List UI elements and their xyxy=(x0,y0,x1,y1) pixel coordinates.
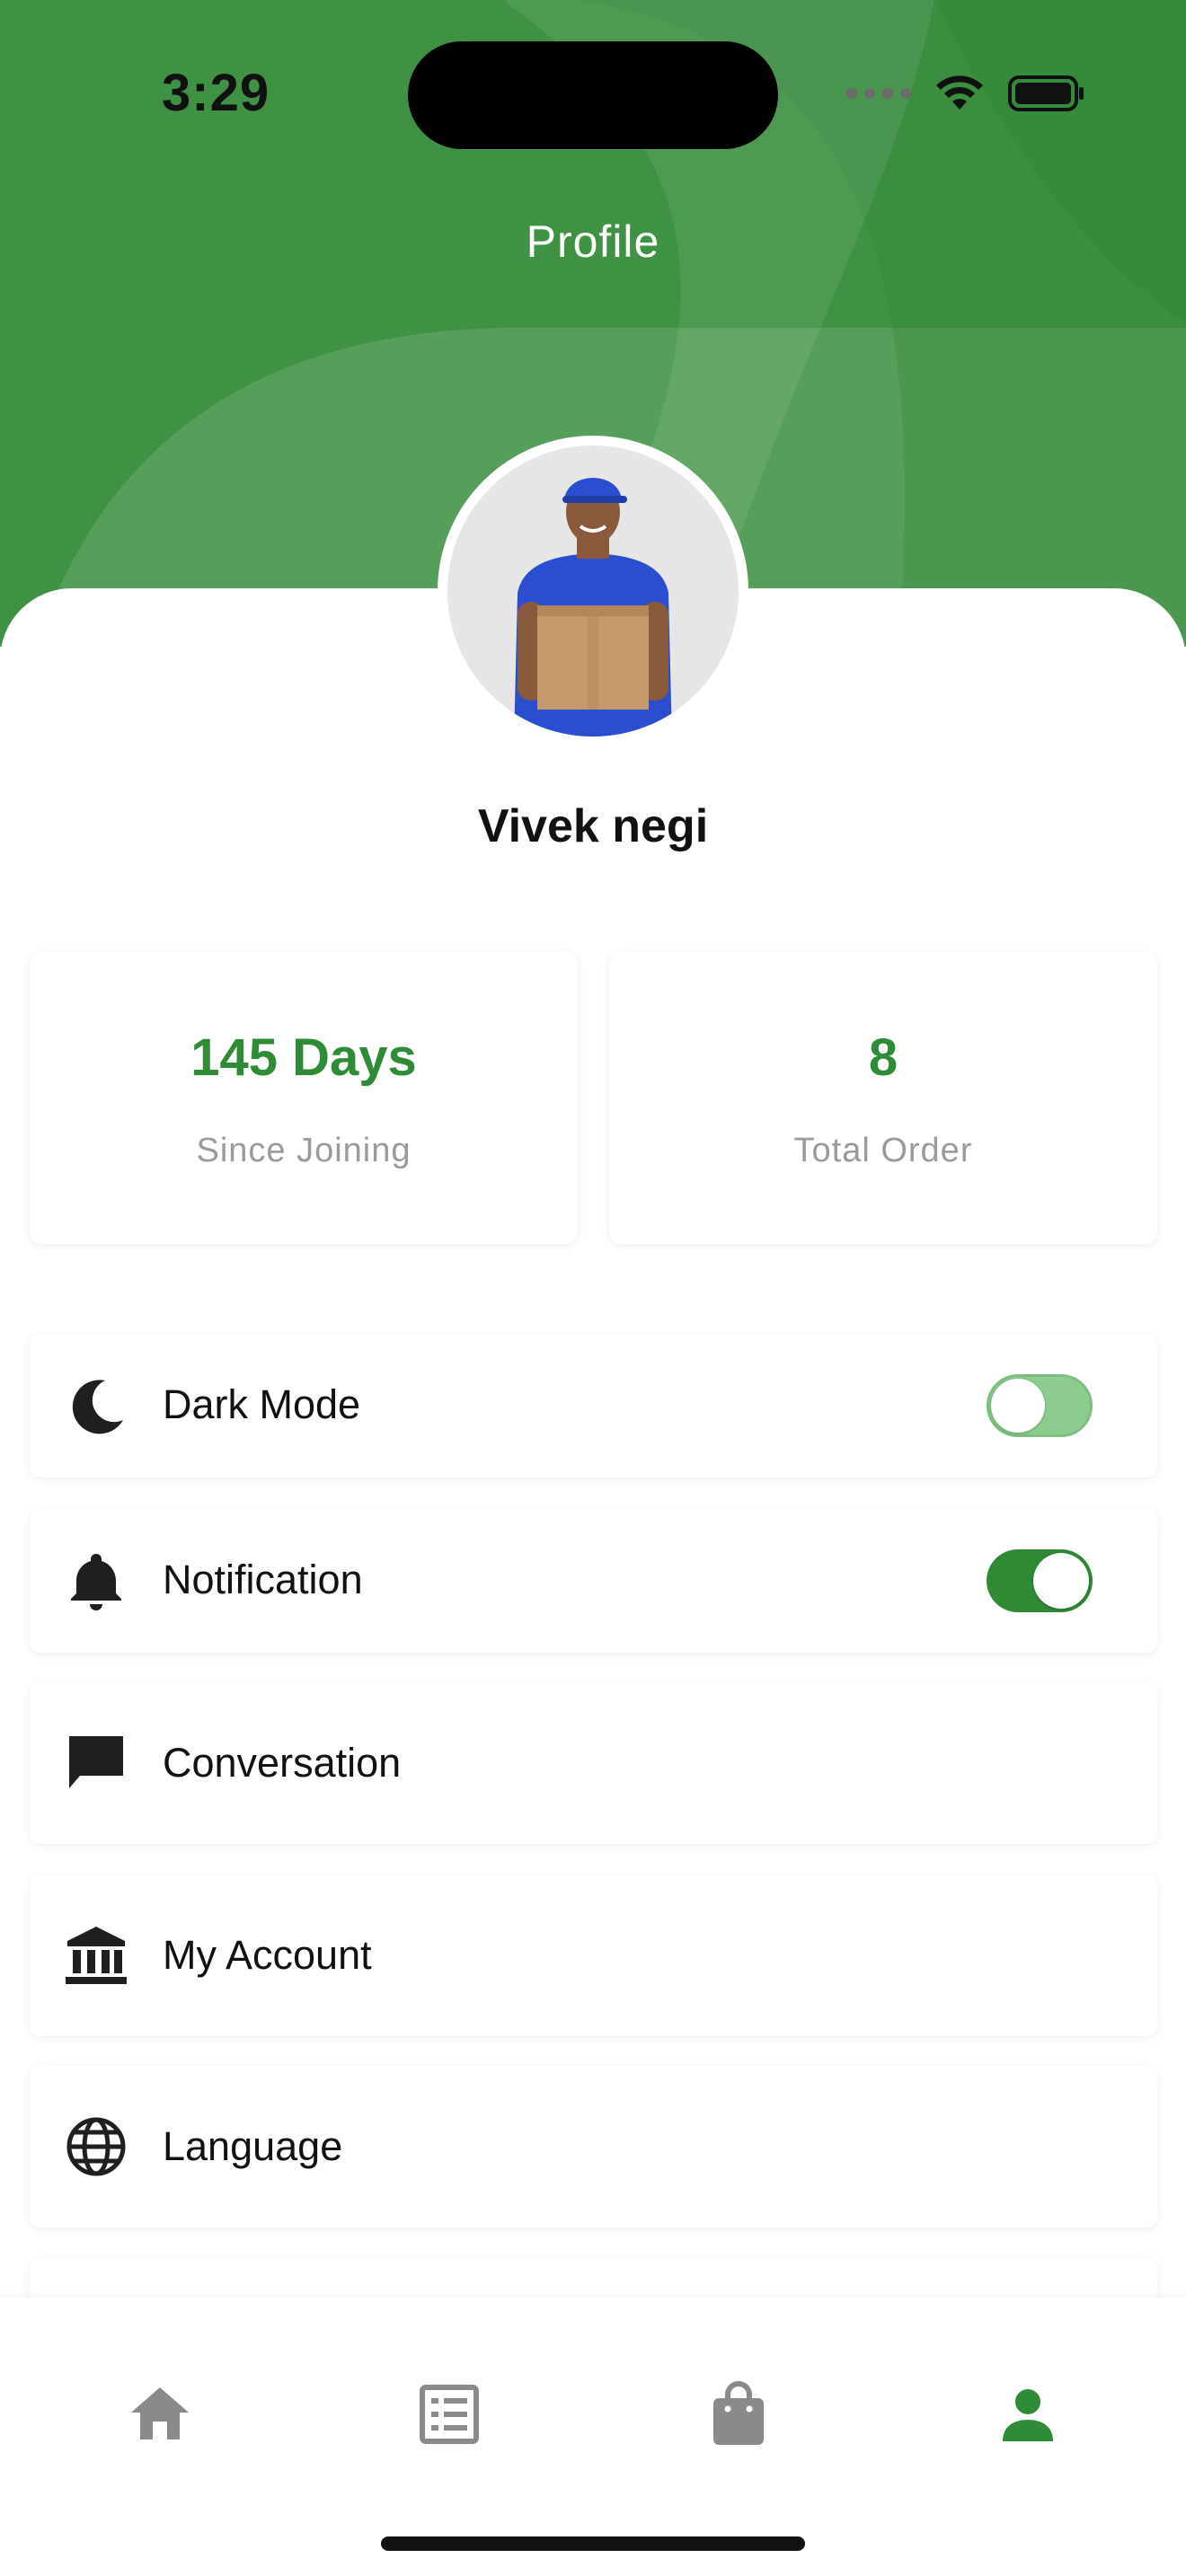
nav-bag[interactable] xyxy=(703,2378,774,2450)
status-icons xyxy=(846,74,1085,113)
moon-icon xyxy=(64,1373,128,1438)
stat-value: 145 Days xyxy=(190,1028,417,1087)
profile-name: Vivek negi xyxy=(477,800,709,852)
menu-item-label: Notification xyxy=(163,1557,363,1602)
stat-value: 8 xyxy=(868,1028,898,1087)
home-indicator xyxy=(381,2536,805,2551)
menu-item-label: My Account xyxy=(163,1932,372,1978)
bottom-navigation xyxy=(0,2298,1186,2576)
nav-orders[interactable] xyxy=(413,2378,485,2450)
nav-home[interactable] xyxy=(124,2378,196,2450)
dynamic-island xyxy=(408,41,778,149)
menu-item-my-account[interactable]: My Account xyxy=(30,1875,1157,2036)
shopping-bag-icon xyxy=(713,2381,764,2445)
dark-mode-toggle[interactable] xyxy=(987,1374,1093,1437)
wifi-icon xyxy=(933,74,987,113)
page-title: Profile xyxy=(526,216,660,267)
menu-item-label: Language xyxy=(163,2123,343,2169)
bank-icon xyxy=(64,1923,128,1988)
menu-item-dark-mode: Dark Mode xyxy=(30,1334,1157,1478)
menu-item-notification: Notification xyxy=(30,1509,1157,1653)
globe-icon xyxy=(64,2114,128,2179)
stat-label: Since Joining xyxy=(196,1132,412,1169)
menu-item-label: Conversation xyxy=(163,1740,402,1786)
nav-profile[interactable] xyxy=(992,2378,1064,2450)
stat-card-days: 145 Days Since Joining xyxy=(30,952,578,1244)
status-time: 3:29 xyxy=(162,64,270,122)
notification-toggle[interactable] xyxy=(987,1549,1093,1612)
stat-label: Total Order xyxy=(793,1132,973,1169)
menu-item-conversation[interactable]: Conversation xyxy=(30,1682,1157,1844)
toggle-knob xyxy=(1033,1553,1089,1609)
bell-icon xyxy=(64,1548,128,1613)
profile-icon xyxy=(1003,2389,1053,2441)
avatar-photo xyxy=(444,442,742,740)
toggle-knob xyxy=(991,1379,1045,1433)
orders-list-icon xyxy=(420,2385,479,2444)
avatar[interactable] xyxy=(442,440,744,742)
battery-icon xyxy=(1008,75,1085,112)
menu-item-label: Dark Mode xyxy=(163,1381,361,1427)
chat-icon xyxy=(64,1731,128,1795)
cellular-signal-icon xyxy=(846,88,911,99)
home-icon xyxy=(131,2387,189,2439)
menu-item-language[interactable]: Language xyxy=(30,2066,1157,2228)
stat-card-orders: 8 Total Order xyxy=(609,952,1157,1244)
